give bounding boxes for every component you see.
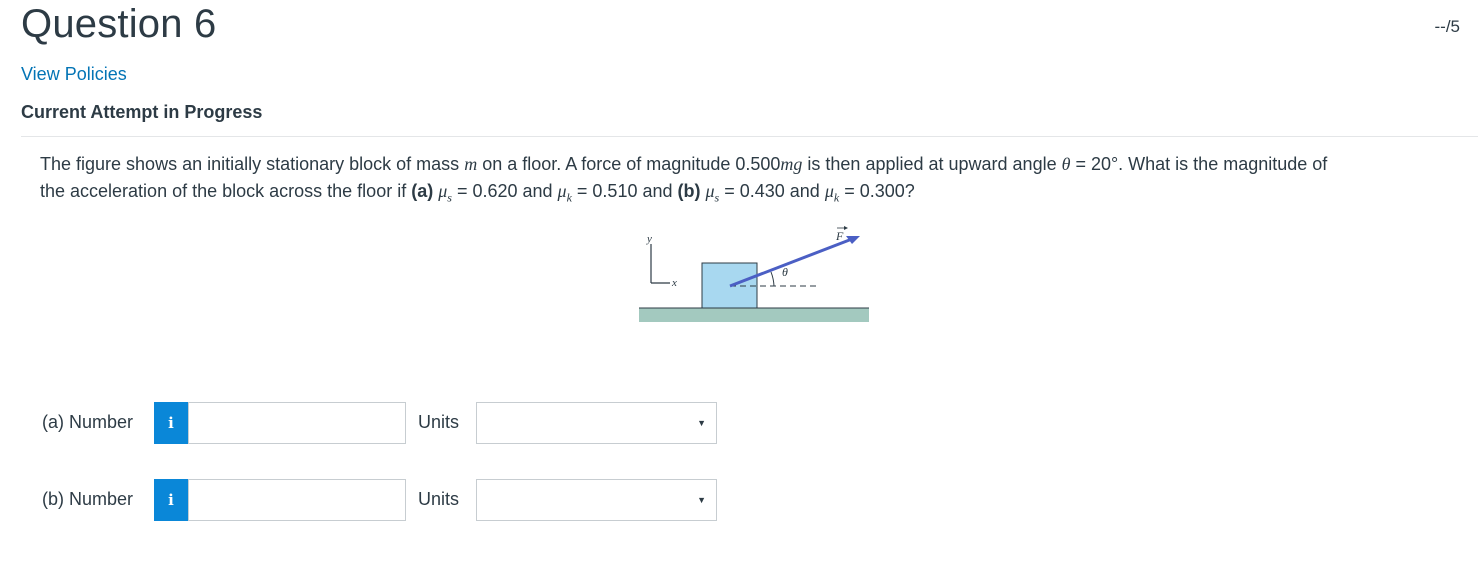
answer-label-b: (b) Number bbox=[42, 489, 134, 509]
attempt-status: Current Attempt in Progress bbox=[21, 102, 263, 122]
question-text: The figure shows an initially stationary… bbox=[40, 154, 1328, 205]
number-input-b[interactable] bbox=[188, 479, 406, 521]
axis-x-label: x bbox=[671, 277, 677, 289]
units-select-b[interactable]: ▼ bbox=[476, 479, 717, 521]
axis-y-label: y bbox=[646, 233, 652, 245]
block bbox=[701, 262, 758, 309]
chevron-down-icon: ▼ bbox=[697, 418, 706, 428]
question-title: Question 6 bbox=[21, 2, 217, 46]
info-icon[interactable]: i bbox=[154, 402, 188, 444]
question-page: Question 6 --/5 View Policies Current At… bbox=[0, 0, 1478, 564]
number-input-a[interactable] bbox=[188, 402, 406, 444]
force-label: F bbox=[835, 229, 844, 243]
units-label-a: Units bbox=[418, 412, 460, 432]
divider bbox=[21, 136, 1478, 137]
axes-icon: y x bbox=[646, 233, 677, 289]
score-display: --/5 bbox=[1434, 17, 1461, 36]
floor bbox=[639, 308, 869, 322]
chevron-down-icon: ▼ bbox=[697, 495, 706, 505]
view-policies-link[interactable]: View Policies bbox=[21, 64, 127, 85]
block-force-figure: y x θ F bbox=[639, 226, 869, 322]
angle-arc bbox=[770, 271, 775, 287]
units-label-b: Units bbox=[418, 489, 460, 509]
units-select-a[interactable]: ▼ bbox=[476, 402, 717, 444]
info-icon[interactable]: i bbox=[154, 479, 188, 521]
answer-label-a: (a) Number bbox=[42, 412, 134, 432]
